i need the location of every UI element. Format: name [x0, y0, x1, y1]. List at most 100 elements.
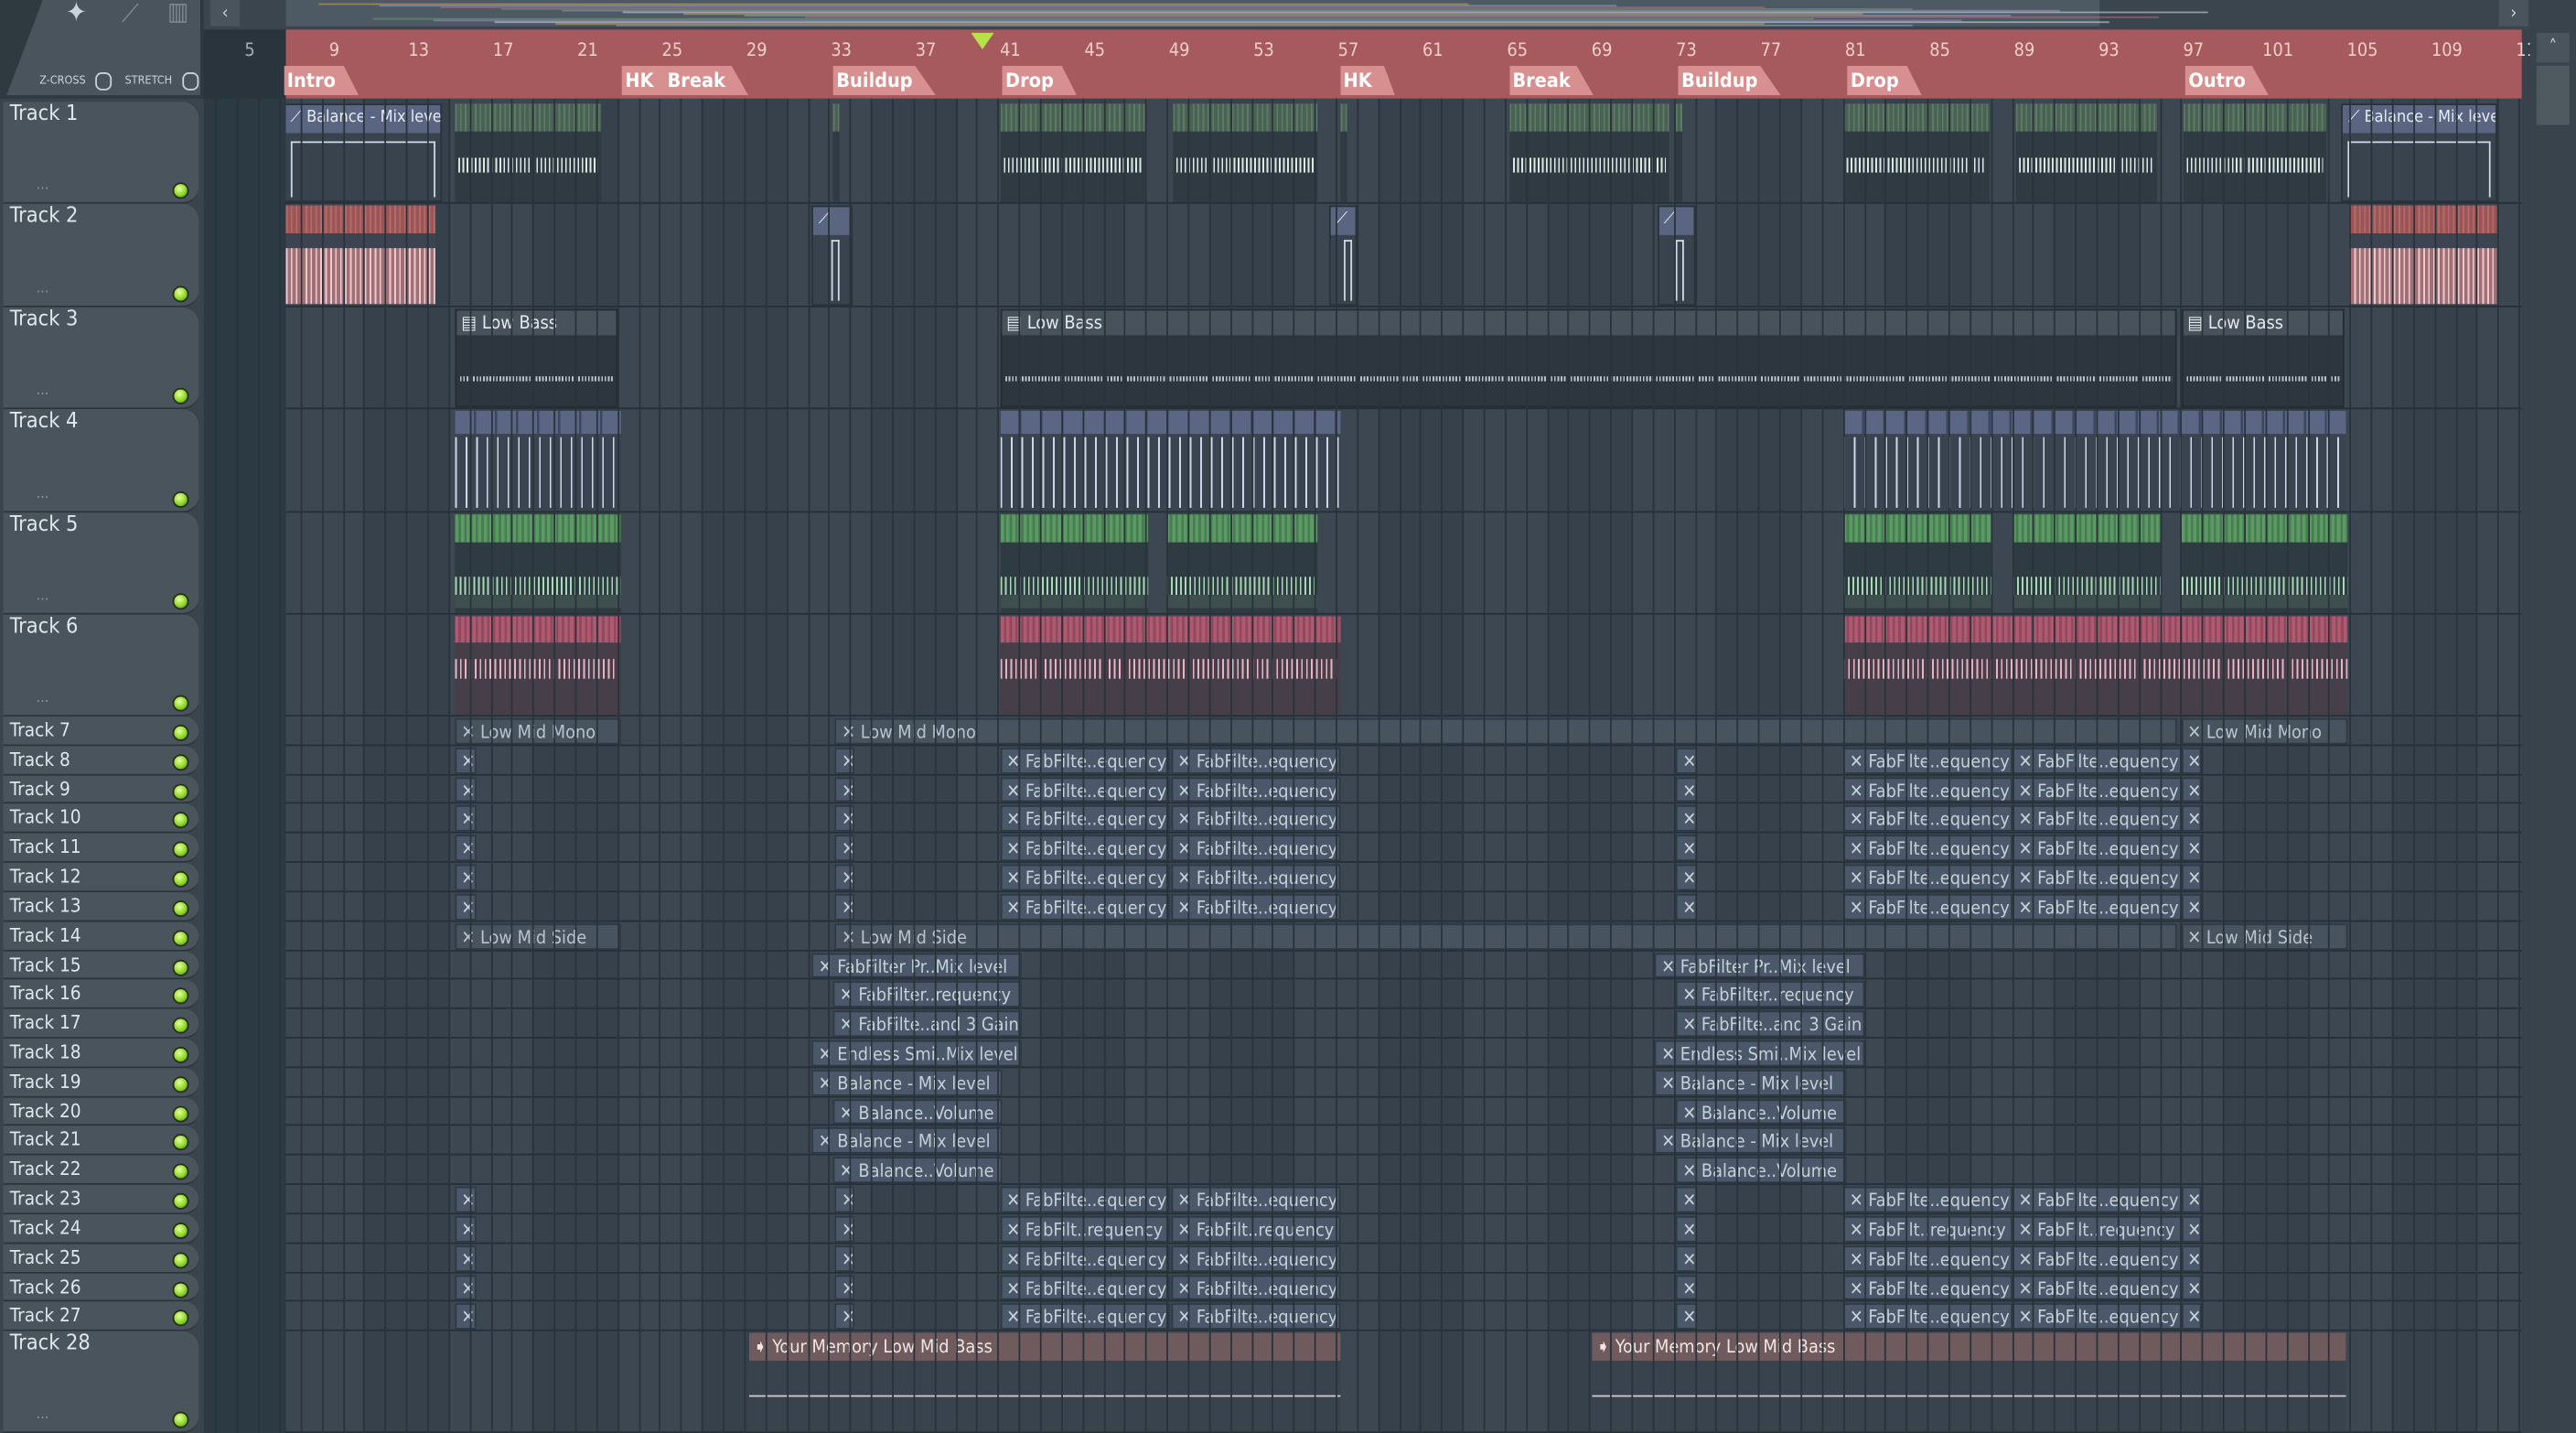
clip[interactable]: ▤ Low Bass — [2181, 308, 2344, 408]
clip[interactable] — [1842, 411, 2346, 511]
track-header[interactable]: Track 11 — [3, 833, 199, 863]
scrollbar-thumb[interactable] — [2536, 65, 2570, 125]
piano-icon[interactable]: ▥ — [167, 0, 188, 27]
clip[interactable]: ✕ — [2181, 1244, 2203, 1272]
track-mute-led[interactable] — [172, 782, 189, 800]
scroll-up-button[interactable]: ˄ — [2536, 32, 2570, 63]
clip[interactable] — [1339, 103, 1347, 203]
track-mute-led[interactable] — [172, 812, 189, 829]
clip[interactable]: ✕ — [455, 864, 477, 891]
track-menu-icon[interactable]: ... — [37, 691, 49, 707]
track-mute-led[interactable] — [172, 1192, 189, 1210]
clip[interactable] — [1676, 103, 1683, 203]
clip[interactable] — [832, 103, 840, 203]
clip[interactable]: ✕ — [2181, 747, 2203, 774]
clip[interactable]: ⟋ Balance - Mix level — [2341, 103, 2498, 203]
clip[interactable]: ⟋ — [1657, 206, 1695, 306]
track-mute-led[interactable] — [172, 183, 189, 200]
clip[interactable] — [2016, 103, 2158, 203]
scroll-right-button[interactable]: › — [2498, 0, 2528, 27]
automation-icon[interactable]: ⟋ — [122, 0, 139, 28]
track-header[interactable]: Track 27 — [3, 1302, 199, 1332]
track-mute-led[interactable] — [172, 870, 189, 888]
track-header[interactable]: Track 12 — [3, 863, 199, 892]
track-header[interactable]: Track 5... — [3, 512, 199, 615]
clip[interactable]: ✕ — [2181, 835, 2203, 862]
timeline-ruler[interactable]: 5 9 13 17 21 25 29 33 37 41 45 49 53 57 61 65 69 73 77 81 85… — [203, 29, 2547, 99]
track-header[interactable]: Track 10 — [3, 803, 199, 834]
track-mute-led[interactable] — [172, 388, 189, 405]
track-menu-icon[interactable]: ... — [37, 588, 49, 605]
track-mute-led[interactable] — [172, 286, 189, 303]
clip[interactable]: ⟋ — [811, 206, 853, 306]
clip[interactable]: ✕ Balance - Mix level — [811, 1069, 1003, 1096]
clip[interactable]: ✕ FabFilte..equency — [1000, 835, 1169, 862]
clip[interactable] — [455, 103, 601, 203]
track-mute-led[interactable] — [172, 1017, 189, 1034]
clip[interactable]: ✕ FabFilter Pr..Mix level — [811, 952, 1022, 979]
track-mute-led[interactable] — [172, 724, 189, 741]
track-menu-icon[interactable]: ... — [37, 383, 49, 400]
clip[interactable] — [1000, 616, 1340, 716]
clip[interactable]: ⟋ — [1329, 206, 1358, 306]
track-header[interactable]: Track 23 — [3, 1185, 199, 1215]
clip[interactable]: ✕ — [2181, 776, 2203, 803]
track-mute-led[interactable] — [172, 490, 189, 508]
track-header[interactable]: Track 24 — [3, 1214, 199, 1244]
clip[interactable]: ✕ — [455, 1186, 477, 1213]
track-menu-icon[interactable]: ... — [37, 1406, 49, 1423]
clip[interactable]: ✕ FabFilter..requency — [1676, 981, 1864, 1008]
clip[interactable]: ✕ FabFilter..requency — [832, 981, 1022, 1008]
track-header[interactable]: Track 9 — [3, 774, 199, 804]
track-menu-icon[interactable]: ... — [37, 178, 49, 195]
track-header[interactable]: Track 14 — [3, 921, 199, 951]
track-header[interactable]: Track 6... — [3, 614, 199, 717]
clip[interactable]: ✕ — [455, 1244, 477, 1272]
track-menu-icon[interactable]: ... — [37, 486, 49, 502]
track-mute-led[interactable] — [172, 1134, 189, 1151]
clip[interactable]: ✕ — [455, 776, 477, 803]
track-header[interactable]: Track 8 — [3, 745, 199, 775]
clip[interactable]: ✕ FabFilte..equency — [1000, 864, 1169, 891]
track-mute-led[interactable] — [172, 929, 189, 946]
track-header[interactable]: Track 18 — [3, 1039, 199, 1069]
track-header[interactable]: Track 4... — [3, 409, 199, 512]
track-mute-led[interactable] — [172, 1252, 189, 1268]
track-mute-led[interactable] — [172, 753, 189, 770]
clip[interactable]: ✕ Balance - Mix level — [1655, 1127, 1848, 1155]
track-header[interactable]: Track 13 — [3, 891, 199, 921]
waveform-icon[interactable]: ✦ — [66, 0, 87, 29]
track-header[interactable]: Track 17 — [3, 1009, 199, 1039]
track-header[interactable]: Track 1... — [3, 102, 199, 205]
track-mute-led[interactable] — [172, 1310, 189, 1327]
track-mute-led[interactable] — [172, 900, 189, 917]
track-header[interactable]: Track 19 — [3, 1068, 199, 1097]
z-cross-toggle[interactable] — [95, 72, 113, 91]
clip[interactable]: ✕ Balance - Mix level — [1655, 1069, 1848, 1096]
track-mute-led[interactable] — [172, 1046, 189, 1063]
clip[interactable]: ✕ — [2181, 864, 2203, 891]
clip[interactable]: ✕ Endless Smi..Mix level — [811, 1040, 1022, 1067]
clip[interactable]: ✕ — [2181, 893, 2203, 921]
clip[interactable]: ✕ FabFilte..equency — [1000, 1274, 1169, 1301]
clip[interactable]: ✕ — [455, 747, 477, 774]
stretch-toggle[interactable] — [182, 72, 199, 91]
track-menu-icon[interactable]: ... — [37, 281, 49, 297]
clip[interactable]: ✕ FabFilte..equency — [1000, 1244, 1169, 1272]
track-header[interactable]: Track 28... — [3, 1331, 199, 1433]
clip[interactable] — [1173, 103, 1317, 203]
track-header[interactable]: Track 26 — [3, 1273, 199, 1303]
track-header[interactable]: Track 2... — [3, 204, 199, 307]
track-mute-led[interactable] — [172, 593, 189, 610]
track-header[interactable]: Track 25 — [3, 1244, 199, 1274]
track-mute-led[interactable] — [172, 1411, 189, 1428]
track-mute-led[interactable] — [172, 1105, 189, 1122]
clip[interactable]: ✕ FabFilte..equency — [1000, 747, 1169, 774]
track-header[interactable]: Track 16 — [3, 980, 199, 1010]
clip[interactable]: ▤ Low Bass — [455, 308, 618, 408]
song-overview-scrollbar[interactable] — [285, 0, 2208, 27]
clip[interactable]: ✕ FabFilte..and 3 Gain — [832, 1010, 1022, 1038]
clip[interactable]: ✕ — [455, 1274, 477, 1301]
clip[interactable]: ✕ FabFilte..equency — [1000, 1186, 1169, 1213]
playhead-icon[interactable] — [971, 32, 994, 49]
